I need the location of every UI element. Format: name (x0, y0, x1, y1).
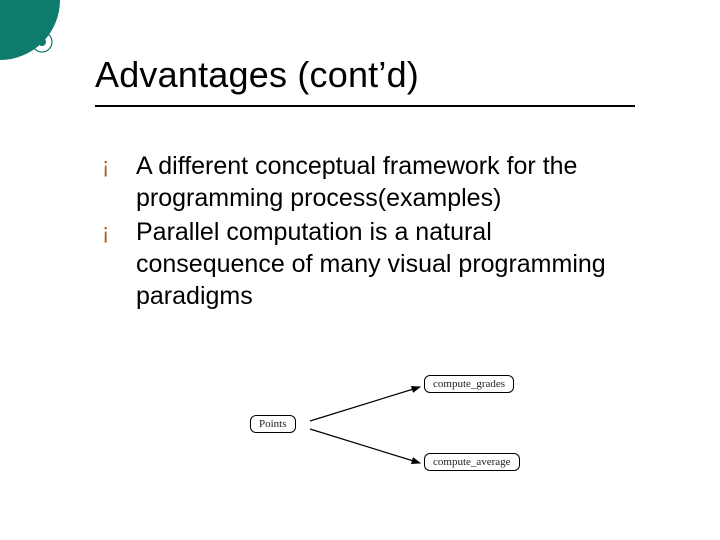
node-compute-grades: compute_grades (424, 375, 514, 393)
flow-diagram: Points compute_grades compute_average (240, 365, 560, 505)
corner-decoration (0, 0, 80, 80)
bullet-marker: ¡ (100, 216, 136, 248)
arrow-to-grades (310, 387, 420, 421)
bullet-marker: ¡ (100, 150, 136, 182)
node-compute-average: compute_average (424, 453, 520, 471)
slide-body: ¡ A different conceptual framework for t… (100, 150, 640, 314)
slide: Advantages (cont’d) ¡ A different concep… (0, 0, 720, 540)
bullet-item: ¡ Parallel computation is a natural cons… (100, 216, 640, 312)
arrow-to-average (310, 429, 420, 463)
bullet-item: ¡ A different conceptual framework for t… (100, 150, 640, 214)
title-underline (95, 105, 635, 107)
bullet-text: Parallel computation is a natural conseq… (136, 216, 640, 312)
bullet-text: A different conceptual framework for the… (136, 150, 640, 214)
node-points: Points (250, 415, 296, 433)
slide-title: Advantages (cont’d) (95, 54, 419, 96)
